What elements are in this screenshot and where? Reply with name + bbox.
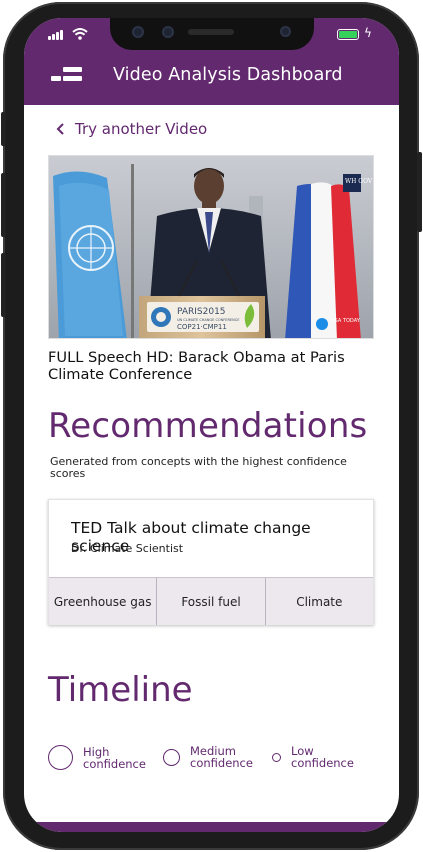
legend-item-medium: Medium confidence	[163, 745, 258, 769]
concept-tag-climate[interactable]: Climate	[265, 578, 373, 625]
concept-tag-greenhouse-gas[interactable]: Greenhouse gas	[49, 578, 158, 625]
video-player[interactable]: PARIS2015 UN CLIMATE CHANGE CONFERENCE C…	[48, 155, 374, 339]
confidence-legend: High confidence Medium confidence Low co…	[48, 745, 388, 775]
low-confidence-circle-icon	[272, 752, 281, 762]
recommendations-heading: Recommendations	[48, 406, 368, 446]
volume-down-button	[1, 253, 6, 317]
recommendation-card[interactable]: TED Talk about climate change science Dr…	[48, 499, 374, 625]
mute-switch	[1, 112, 6, 146]
power-button	[417, 152, 422, 232]
legend-label-high: High confidence	[83, 744, 146, 771]
camera-icon	[132, 26, 144, 38]
camera-icon	[280, 26, 291, 37]
app-bar: Video Analysis Dashboard	[24, 52, 399, 105]
legend-item-low: Low confidence	[272, 745, 355, 769]
medium-confidence-circle-icon	[163, 748, 180, 766]
high-confidence-circle-icon	[48, 745, 73, 770]
wh-watermark: WH GOV	[345, 178, 373, 185]
app-title: Video Analysis Dashboard	[113, 65, 343, 85]
chevron-left-icon	[56, 123, 64, 135]
screen: ϟ Video Analysis Dashboard Try another V…	[24, 18, 399, 832]
bottom-bar	[24, 822, 399, 832]
legend-item-high: High confidence	[48, 745, 147, 770]
speaker-grille	[188, 29, 234, 35]
menu-icon[interactable]	[51, 67, 83, 87]
charging-icon: ϟ	[364, 26, 372, 40]
timeline-heading: Timeline	[48, 670, 193, 710]
status-bar: ϟ	[24, 18, 399, 52]
podium-text-3: COP21·CMP11	[177, 323, 227, 331]
concept-tag-fossil-fuel[interactable]: Fossil fuel	[157, 578, 266, 625]
legend-label-medium: Medium confidence	[190, 744, 253, 770]
recommendations-subtitle: Generated from concepts with the highest…	[50, 455, 347, 480]
back-link-label: Try another Video	[75, 120, 208, 138]
wifi-icon	[72, 28, 88, 40]
try-another-video-link[interactable]: Try another Video	[54, 120, 207, 138]
legend-label-low: Low confidence	[291, 744, 354, 770]
podium-text-2: UN CLIMATE CHANGE CONFERENCE	[177, 318, 239, 322]
camera-icon	[162, 26, 174, 38]
video-title: FULL Speech HD: Barack Obama at Paris Cl…	[48, 349, 345, 383]
podium-text-1: PARIS2015	[177, 307, 226, 317]
volume-up-button	[1, 173, 6, 237]
recommendation-author: Dr. Climate Scientist	[71, 542, 184, 555]
notch	[110, 18, 314, 50]
usa-today-watermark: USA TODAY	[331, 318, 361, 324]
video-thumbnail: PARIS2015 UN CLIMATE CHANGE CONFERENCE C…	[49, 156, 373, 338]
concept-tags: Greenhouse gas Fossil fuel Climate	[49, 577, 373, 625]
battery-icon	[337, 29, 359, 40]
signal-icon	[48, 29, 66, 40]
